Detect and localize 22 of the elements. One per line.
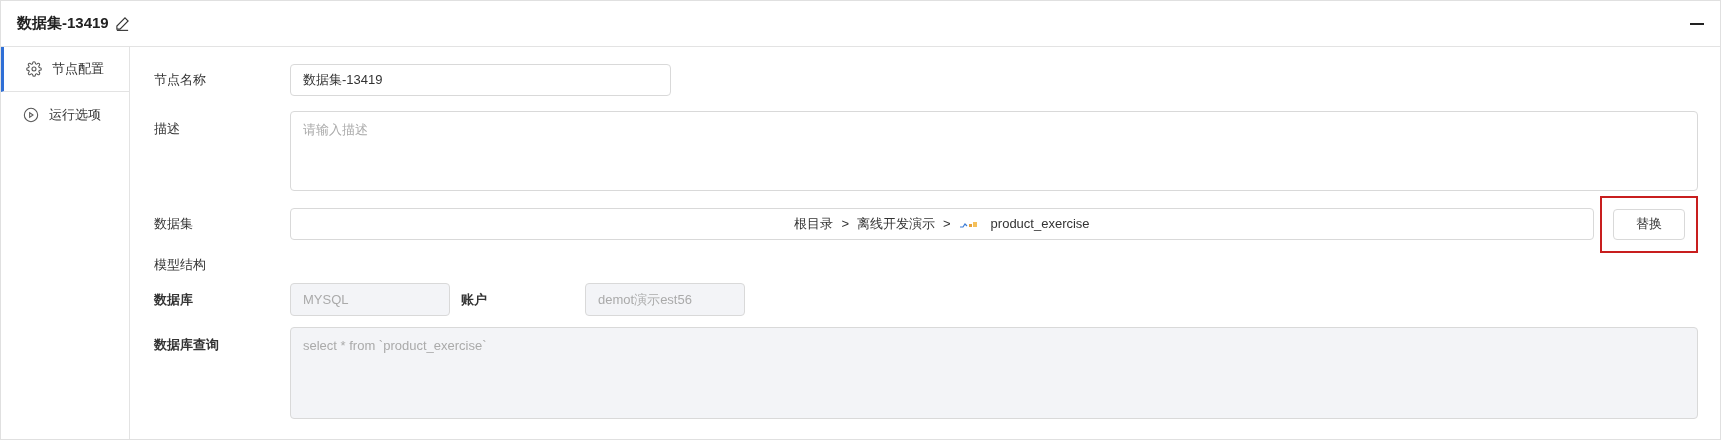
field-label: 节点名称 bbox=[154, 71, 207, 90]
dataset-field[interactable]: 根目录 > 离线开发演示 > product_exercise bbox=[290, 208, 1594, 240]
side-tab[interactable]: 节点配置 bbox=[1, 47, 129, 92]
field-label: 描述 bbox=[154, 120, 181, 138]
settings-icon bbox=[26, 61, 42, 77]
dataset-icon bbox=[958, 219, 979, 229]
dataset-name: product_exercise bbox=[990, 215, 1090, 234]
breadcrumb-text: 离线开发演示 bbox=[857, 215, 935, 234]
field-label: 数据集 bbox=[154, 215, 194, 234]
breadcrumb-text: 根目录 bbox=[794, 215, 834, 234]
play-circle-icon bbox=[23, 106, 39, 123]
description-field[interactable]: 请输入描述 bbox=[290, 111, 1698, 191]
node-name-field[interactable]: 数据集-13419 bbox=[290, 64, 671, 96]
section-label: 模型结构 bbox=[154, 256, 207, 275]
breadcrumb-text: > bbox=[943, 215, 951, 234]
replace-button[interactable]: 替换 bbox=[1613, 208, 1685, 240]
field-label: 数据库 bbox=[154, 290, 194, 309]
panel-title: 数据集-13419 bbox=[17, 13, 109, 34]
breadcrumb-text: > bbox=[841, 215, 849, 234]
field-label: 账户 bbox=[460, 290, 488, 309]
field-label: 数据库查询 bbox=[154, 336, 220, 354]
pencil-icon[interactable] bbox=[114, 16, 130, 31]
